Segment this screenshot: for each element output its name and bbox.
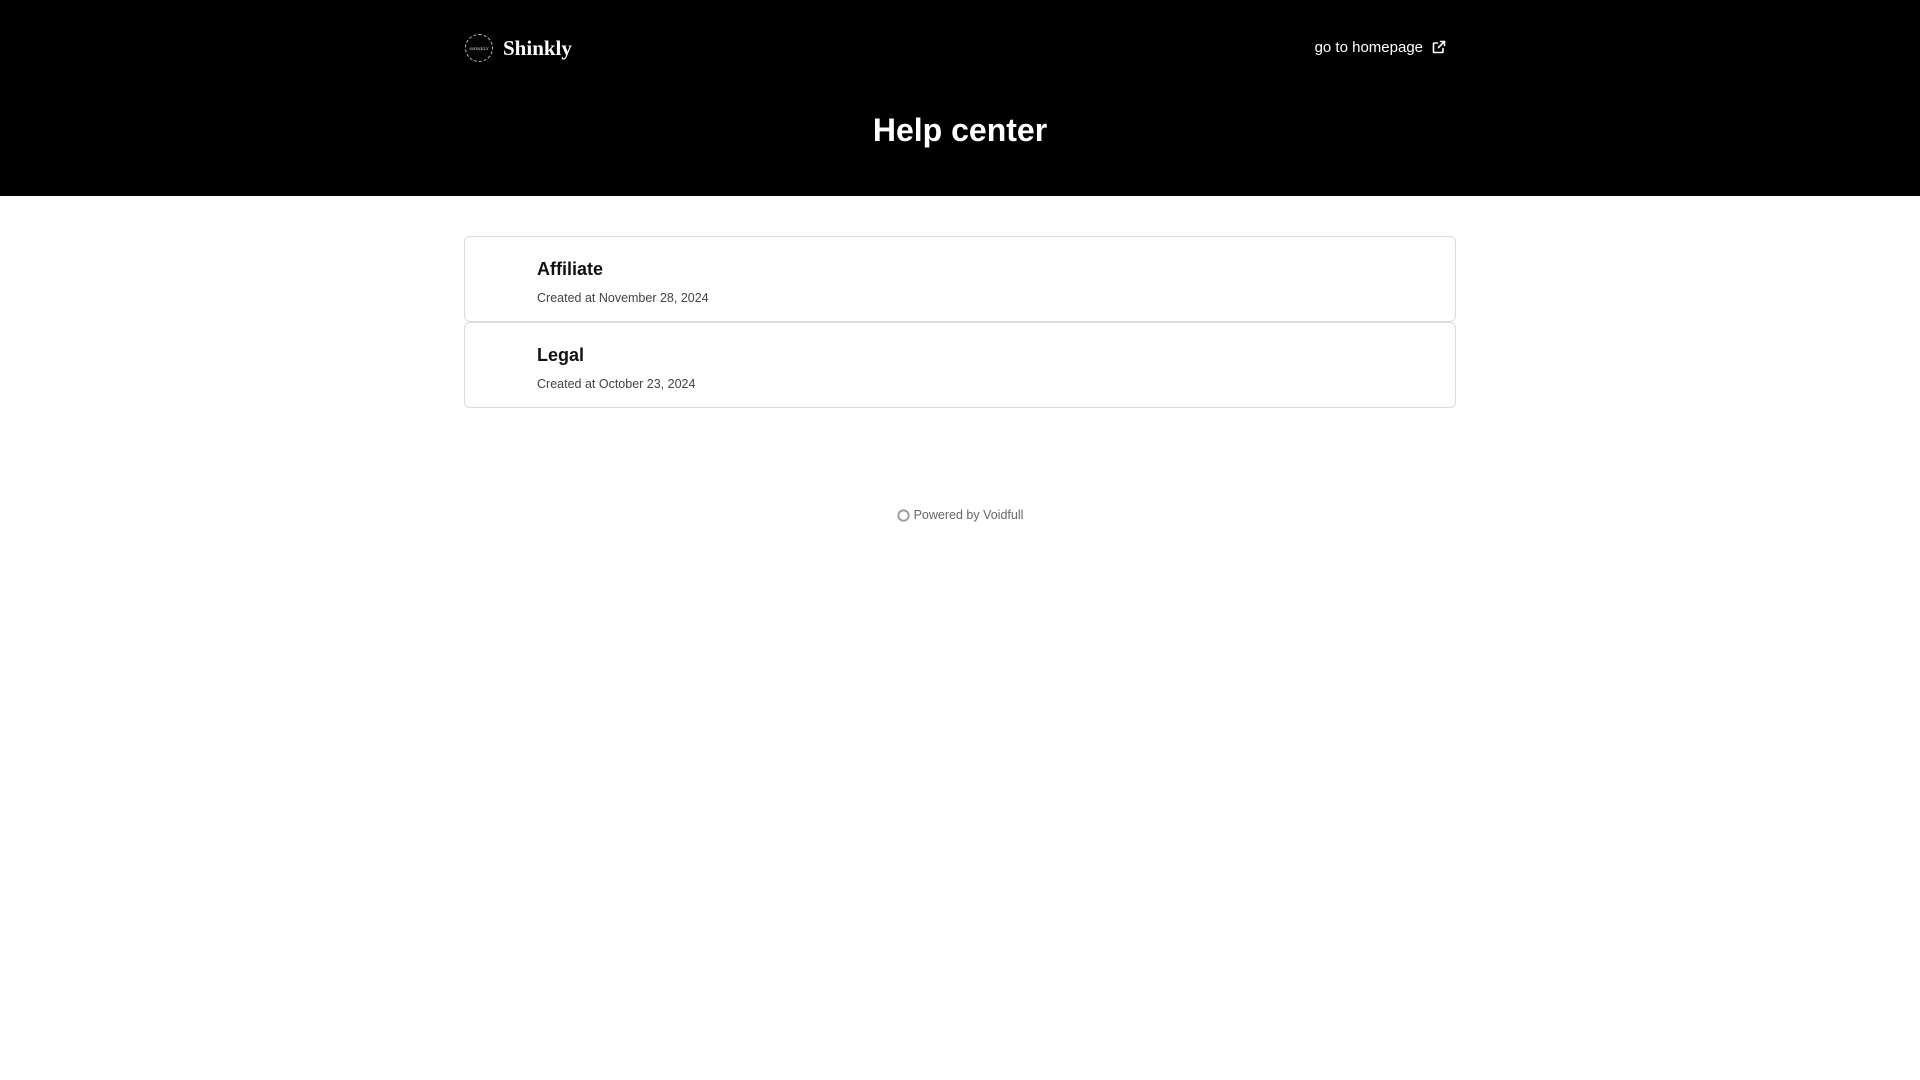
powered-by-link[interactable]: Powered by Voidfull (896, 508, 1024, 522)
collection-card-legal[interactable]: Legal Created at October 23, 2024 (464, 322, 1456, 408)
help-center-header: SHINKLY Shinkly go to homepage Help cent… (0, 0, 1920, 196)
collection-created-date: Created at October 23, 2024 (537, 377, 696, 391)
go-to-homepage-label: go to homepage (1314, 38, 1423, 56)
powered-by-text: Powered by Voidfull (913, 508, 1024, 522)
collection-title: Legal (537, 345, 585, 365)
collection-created-date: Created at November 28, 2024 (537, 291, 709, 305)
collection-card-affiliate[interactable]: Affiliate Created at November 28, 2024 (464, 236, 1456, 322)
brand-name: Shinkly (503, 36, 572, 60)
brand-logo-icon: SHINKLY (465, 34, 493, 62)
collections-list: Affiliate Created at November 28, 2024 L… (464, 236, 1456, 408)
brand-logo-link[interactable]: SHINKLY Shinkly (465, 33, 572, 63)
page-title: Help center (872, 112, 1048, 148)
go-to-homepage-link[interactable]: go to homepage (1315, 36, 1447, 58)
footer: Powered by Voidfull (0, 508, 1920, 522)
collection-title: Affiliate (537, 259, 604, 279)
external-link-icon (1432, 40, 1446, 54)
voidfull-logo-icon (896, 508, 910, 522)
